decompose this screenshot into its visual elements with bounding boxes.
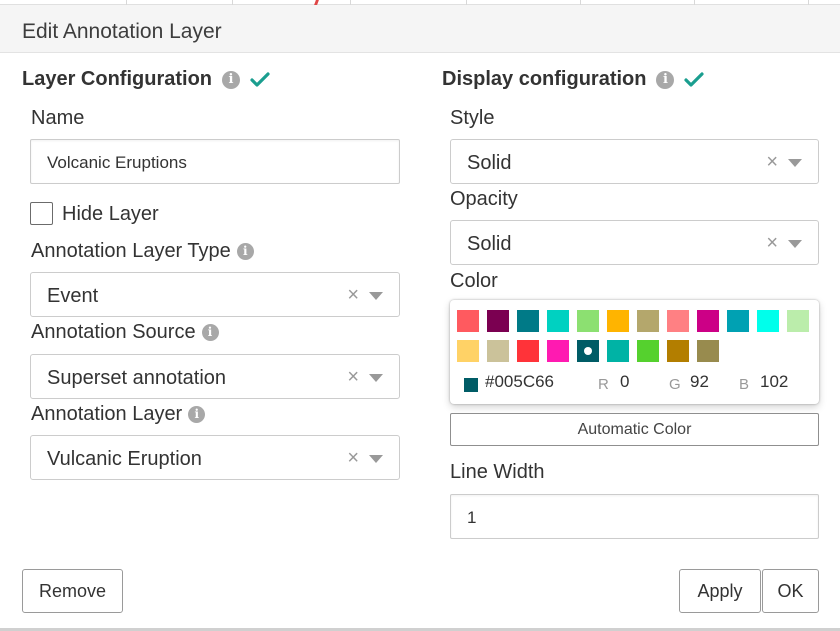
color-swatch[interactable]	[757, 310, 779, 332]
color-swatch[interactable]	[547, 340, 569, 362]
color-swatch[interactable]	[637, 340, 659, 362]
color-swatch[interactable]	[697, 340, 719, 362]
annotation-layer-type-select[interactable]: Event ×	[30, 272, 400, 317]
clear-icon[interactable]: ×	[347, 447, 359, 470]
check-icon	[684, 71, 705, 87]
annotation-layer-label-text: Annotation Layer	[31, 403, 183, 425]
annotation-source-label: Annotation Source i	[31, 321, 219, 344]
color-values: #005C66 R 0 G 92 B 102	[464, 372, 814, 396]
annotation-source-select[interactable]: Superset annotation ×	[30, 354, 400, 399]
modal-title: Edit Annotation Layer	[22, 20, 222, 43]
annotation-layer-label: Annotation Layer i	[31, 403, 206, 426]
annotation-source-label-text: Annotation Source	[31, 321, 196, 343]
caret-down-icon[interactable]	[369, 455, 383, 463]
b-input[interactable]: 102	[760, 372, 788, 392]
style-label: Style	[450, 107, 495, 129]
automatic-color-button[interactable]: Automatic Color	[450, 413, 819, 446]
color-swatch[interactable]	[667, 340, 689, 362]
color-swatch[interactable]	[637, 310, 659, 332]
annotation-layer-type-label: Annotation Layer Type i	[31, 240, 254, 263]
caret-down-icon[interactable]	[369, 292, 383, 300]
annotation-layer-value: Vulcanic Eruption	[47, 448, 202, 470]
name-input-value: Volcanic Eruptions	[47, 153, 187, 172]
info-icon[interactable]: i	[236, 243, 254, 260]
color-label: Color	[450, 270, 498, 292]
color-swatch[interactable]	[547, 310, 569, 332]
clear-icon[interactable]: ×	[347, 284, 359, 307]
info-icon[interactable]: i	[656, 70, 675, 89]
hex-input[interactable]: #005C66	[485, 372, 554, 392]
color-swatch[interactable]	[577, 310, 599, 332]
r-input[interactable]: 0	[620, 372, 629, 392]
line-width-label: Line Width	[450, 461, 545, 483]
clear-icon[interactable]: ×	[347, 366, 359, 389]
color-swatch[interactable]	[577, 340, 599, 362]
color-swatch[interactable]	[517, 340, 539, 362]
r-label: R	[598, 376, 609, 393]
ok-button[interactable]: OK	[762, 569, 819, 613]
color-swatch[interactable]	[517, 310, 539, 332]
color-picker: #005C66 R 0 G 92 B 102	[450, 300, 819, 404]
color-swatch[interactable]	[607, 310, 629, 332]
opacity-label: Opacity	[450, 188, 518, 210]
style-select[interactable]: Solid ×	[450, 139, 819, 184]
color-swatch[interactable]	[667, 310, 689, 332]
annotation-source-value: Superset annotation	[47, 367, 227, 389]
color-preview	[464, 378, 478, 392]
caret-down-icon[interactable]	[788, 240, 802, 248]
layer-config-title: Layer Configuration i	[22, 68, 270, 91]
caret-down-icon[interactable]	[788, 159, 802, 167]
line-width-value: 1	[467, 508, 477, 527]
info-icon[interactable]: i	[188, 406, 206, 423]
info-icon[interactable]: i	[201, 324, 219, 341]
name-label: Name	[31, 107, 85, 129]
color-swatch[interactable]	[487, 340, 509, 362]
color-swatch[interactable]	[607, 340, 629, 362]
g-label: G	[669, 376, 681, 393]
g-input[interactable]: 92	[690, 372, 709, 392]
color-swatch[interactable]	[457, 340, 479, 362]
color-swatch[interactable]	[457, 310, 479, 332]
b-label: B	[739, 376, 750, 393]
clear-icon[interactable]: ×	[766, 151, 778, 174]
info-icon[interactable]: i	[222, 70, 241, 89]
display-config-title: Display configuration i	[442, 68, 705, 91]
style-value: Solid	[467, 152, 512, 174]
apply-button[interactable]: Apply	[679, 569, 761, 613]
annotation-layer-select[interactable]: Vulcanic Eruption ×	[30, 435, 400, 480]
name-input[interactable]: Volcanic Eruptions	[30, 139, 400, 184]
hide-layer-label[interactable]: Hide Layer	[62, 203, 159, 226]
clear-icon[interactable]: ×	[766, 232, 778, 255]
color-swatch[interactable]	[487, 310, 509, 332]
annotation-layer-type-label-text: Annotation Layer Type	[31, 240, 231, 262]
layer-config-title-text: Layer Configuration	[22, 68, 213, 90]
check-icon	[250, 71, 270, 87]
color-swatch[interactable]	[697, 310, 719, 332]
color-swatch[interactable]	[727, 310, 749, 332]
annotation-layer-type-value: Event	[47, 285, 99, 307]
display-config-title-text: Display configuration	[442, 68, 647, 90]
modal-header: Edit Annotation Layer	[0, 5, 840, 53]
color-swatch[interactable]	[787, 310, 809, 332]
remove-button[interactable]: Remove	[22, 569, 123, 613]
opacity-select[interactable]: Solid ×	[450, 220, 819, 265]
caret-down-icon[interactable]	[369, 374, 383, 382]
opacity-value: Solid	[467, 233, 512, 255]
hide-layer-checkbox[interactable]	[30, 202, 53, 225]
line-width-input[interactable]: 1	[450, 494, 819, 539]
